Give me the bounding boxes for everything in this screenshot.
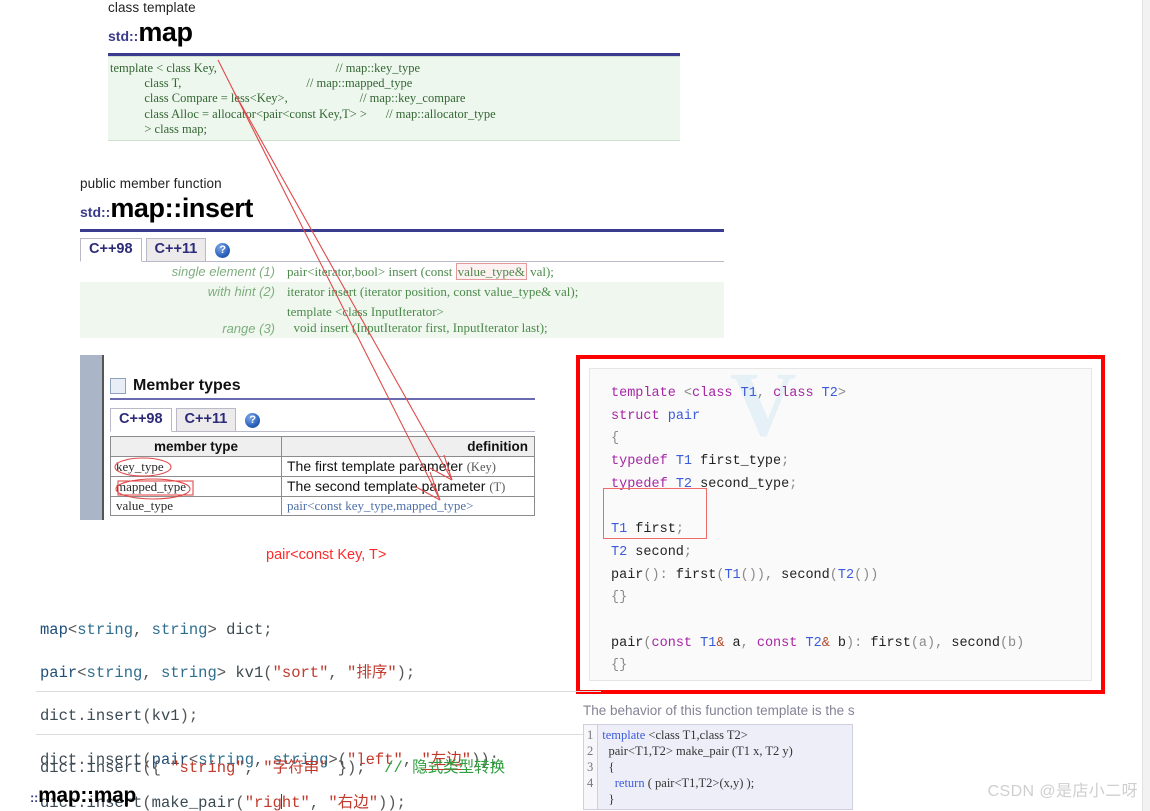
insert-reference-block: public member function std::map::insert …: [80, 176, 724, 338]
map-kicker: class template: [108, 0, 196, 15]
sig-code-with-hint: iterator insert (iterator position, cons…: [287, 284, 579, 299]
map-title: std::map: [108, 19, 680, 46]
code-line: {: [611, 431, 620, 447]
code-line: pair(): first(T1()), second(T2()): [611, 567, 879, 583]
editor-last-line[interactable]: dict.insert({ "string", "字符串" }); // 隐式类…: [40, 758, 600, 780]
pair-const-key-t-note: pair<const Key, T>: [266, 547, 387, 563]
make-pair-ghost-text: The behavior of this function template i…: [583, 704, 855, 718]
code-line: map<string, string> dict;: [40, 621, 273, 639]
sig-code-range: template <class InputIterator> void inse…: [287, 304, 548, 335]
pair-definition-panel-inner: V template <class T1, class T2> struct p…: [589, 368, 1092, 681]
code-line: T1 first;: [611, 522, 684, 538]
csdn-watermark: CSDN @是店小二呀: [987, 783, 1138, 800]
make-pair-snippet-block: The behavior of this function template i…: [583, 704, 903, 810]
table-row: value_type pair<const key_type,mapped_ty…: [110, 496, 535, 516]
scrollbar-gutter[interactable]: [1142, 0, 1150, 811]
value-type-highlight: value_type&: [455, 263, 527, 280]
insert-tabs: C++98 C++11 ?: [80, 236, 724, 262]
map-title-namespace: std::: [108, 28, 139, 44]
code-line: {}: [611, 590, 628, 606]
map-map-namespace: ::: [30, 790, 39, 805]
definition-key-type: The first template parameter (Key): [281, 456, 535, 477]
code-line: pair<T1,T2> make_pair (T1 x, T2 y): [602, 744, 793, 758]
table-header-row: member type definition: [110, 436, 535, 457]
insert-title: std::map::insert: [80, 195, 724, 222]
make-pair-line-numbers: 1 2 3 4: [584, 725, 599, 809]
tab-cpp98-insert[interactable]: C++98: [80, 238, 142, 262]
map-title-name: map: [138, 17, 193, 47]
member-types-table: member type definition key_type The firs…: [110, 436, 535, 516]
col-header-member-type: member type: [110, 436, 282, 457]
table-row: single element (1) pair<iterator,bool> i…: [80, 262, 724, 282]
member-types-heading-label: Member types: [133, 377, 241, 394]
insert-title-rule: [80, 229, 724, 232]
member-type-mapped-type: mapped_type: [110, 476, 282, 497]
table-row: range (3) template <class InputIterator>…: [80, 302, 724, 338]
code-line: pair<string, string> kv1("sort", "排序");: [40, 664, 416, 683]
editor-row-divider-bottom: [36, 734, 601, 735]
sig-code-post-1: val);: [526, 264, 554, 279]
code-line: pair(const T1& a, const T2& b): first(a)…: [611, 635, 1025, 651]
member-type-key-type: key_type: [110, 456, 282, 477]
member-types-heading: Member types: [110, 377, 540, 395]
code-line: template <class T1,class T2>: [602, 728, 748, 742]
member-types-underline: [110, 398, 535, 400]
col-header-definition: definition: [281, 436, 535, 457]
editor-code-block[interactable]: map<string, string> dict; pair<string, s…: [40, 620, 600, 811]
insert-kicker: public member function: [80, 176, 222, 191]
code-line: }: [602, 792, 615, 806]
map-reference-block: class template std::map template < class…: [108, 0, 680, 142]
sig-code-pre-1: pair<iterator,bool> insert (const: [287, 264, 456, 279]
code-line: T2 second;: [611, 544, 693, 560]
table-row: mapped_type The second template paramete…: [110, 476, 535, 497]
map-map-name: map::map: [38, 784, 137, 807]
map-map-title: ::map::map: [30, 784, 136, 808]
code-line: template <class T1, class T2>: [611, 386, 846, 401]
make-pair-code-body: template <class T1,class T2> pair<T1,T2>…: [598, 725, 797, 809]
map-template-code-text: template < class Key, // map::key_type c…: [110, 61, 496, 136]
tab-cpp11-insert[interactable]: C++11: [145, 238, 207, 261]
definition-key-type-main: The first template parameter: [287, 458, 467, 474]
code-line: typedef T2 second_type;: [611, 476, 798, 492]
pair-definition-panel: V template <class T1, class T2> struct p…: [576, 355, 1105, 694]
make-pair-code: 1 2 3 4 template <class T1,class T2> pai…: [583, 724, 853, 810]
definition-mapped-type: The second template parameter (T): [281, 476, 535, 497]
code-line: {}: [611, 658, 628, 674]
definition-mapped-type-paren: (T): [489, 480, 506, 494]
screenshot-root: class template std::map template < class…: [0, 0, 1150, 811]
sig-label-single-element: single element (1): [171, 264, 275, 279]
code-line: dict.insert({ "string", "字符串" }); // 隐式类…: [40, 759, 506, 777]
member-types-sidebar-strip: [80, 355, 104, 520]
code-line: struct pair: [611, 408, 701, 424]
table-row: with hint (2) iterator insert (iterator …: [80, 282, 724, 302]
help-icon-insert[interactable]: ?: [215, 243, 231, 258]
code-line: typedef T1 first_type;: [611, 454, 790, 470]
member-type-value-type: value_type: [110, 496, 282, 516]
collapse-square-icon[interactable]: [110, 378, 126, 394]
pair-struct-code: template <class T1, class T2> struct pai…: [590, 369, 1091, 680]
tab-cpp11-member-types[interactable]: C++11: [175, 408, 237, 431]
editor-row-divider-top: [36, 691, 601, 692]
definition-key-type-paren: (Key): [466, 460, 496, 474]
tab-cpp98-member-types[interactable]: C++98: [110, 408, 172, 432]
definition-value-type: pair<const key_type,mapped_type>: [281, 496, 535, 516]
member-types-block: Member types C++98 C++11 ? member type d…: [110, 355, 540, 520]
sig-label-with-hint: with hint (2): [207, 284, 275, 299]
sig-code-single-element: pair<iterator,bool> insert (const value_…: [287, 262, 724, 282]
sig-label-range: range (3): [222, 321, 275, 336]
definition-mapped-type-main: The second template parameter: [287, 478, 490, 494]
insert-signature-table: single element (1) pair<iterator,bool> i…: [80, 262, 724, 338]
help-icon-member-types[interactable]: ?: [245, 413, 261, 428]
insert-title-namespace: std::: [80, 204, 111, 220]
code-line: return ( pair<T1,T2>(x,y) );: [614, 776, 755, 790]
table-row: key_type The first template parameter (K…: [110, 456, 535, 477]
code-line: {: [602, 760, 615, 774]
code-line: dict.insert(kv1);: [40, 707, 199, 726]
member-types-tabs: C++98 C++11 ?: [110, 406, 535, 432]
insert-title-name: map::insert: [110, 193, 253, 223]
map-template-code: template < class Key, // map::key_type c…: [108, 56, 680, 142]
